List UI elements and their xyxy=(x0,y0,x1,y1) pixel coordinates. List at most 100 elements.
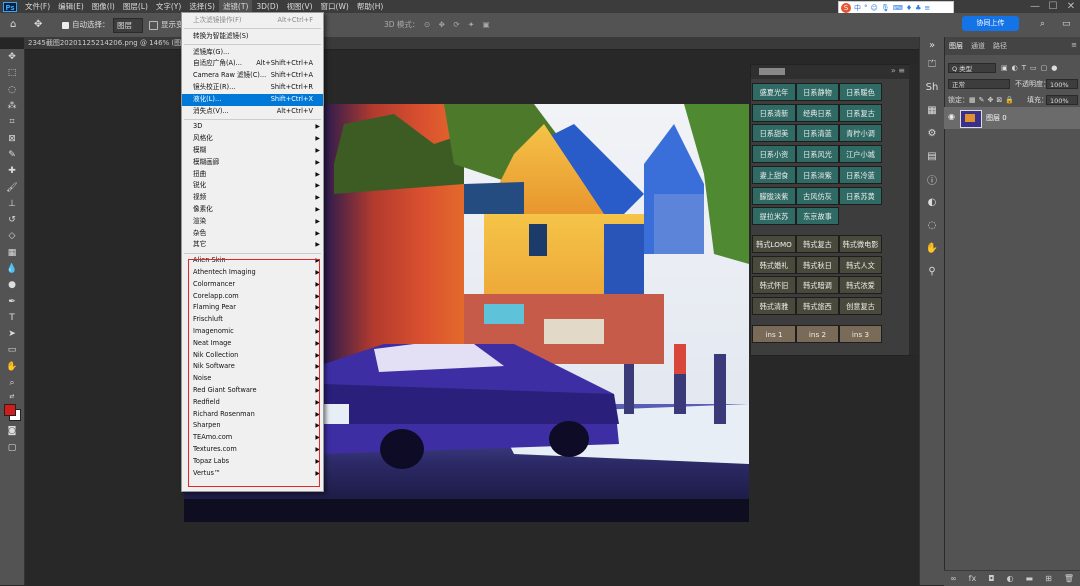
ime-keyboard-icon[interactable]: ⌨ xyxy=(893,4,903,12)
menu-item[interactable]: 帮助(H) xyxy=(353,0,388,13)
preset-button[interactable]: 韩式旅西 xyxy=(796,297,839,315)
color-swatches[interactable] xyxy=(0,401,24,423)
menu-item[interactable]: 编辑(E) xyxy=(54,0,88,13)
clone-stamp-icon[interactable]: ⊥ xyxy=(0,196,24,212)
quick-select-tool-icon[interactable]: ⁂ xyxy=(0,98,24,114)
preset-button[interactable]: 日系淡紫 xyxy=(796,165,839,184)
panel-scrollbar[interactable] xyxy=(909,64,918,354)
filter-menu-item[interactable]: 模糊画廊 ▶ xyxy=(182,157,323,169)
preset-button[interactable]: 韩式秋日 xyxy=(796,255,839,274)
brushes-icon[interactable]: ✋ xyxy=(920,237,944,260)
ime-voice-icon[interactable]: 🎙 xyxy=(881,4,890,12)
frame-tool-icon[interactable]: ⊠ xyxy=(0,130,24,146)
ime-tools-icon[interactable]: ♣ xyxy=(915,4,921,12)
preset-button[interactable]: 韩式微电影 xyxy=(839,234,882,253)
filter-menu-item[interactable]: 自适应广角(A)... Alt+Shift+Ctrl+A xyxy=(182,58,323,70)
ime-punct-icon[interactable]: ° xyxy=(864,4,868,12)
delete-layer-icon[interactable]: 🗑 xyxy=(1064,574,1074,583)
filter-menu-item[interactable]: 风格化 ▶ xyxy=(182,133,323,145)
menu-item[interactable]: 图层(L) xyxy=(119,0,152,13)
filter-menu-item[interactable]: 渲染 ▶ xyxy=(182,216,323,228)
rectangle-tool-icon[interactable]: ▭ xyxy=(0,342,24,358)
layer-comps-icon[interactable]: ▤ xyxy=(920,145,944,168)
auto-select-checkbox[interactable]: 自动选择： xyxy=(62,18,110,31)
preset-button[interactable]: 韩式婚礼 xyxy=(752,255,796,274)
filter-menu-item[interactable]: 镜头校正(R)... Shift+Ctrl+R xyxy=(182,82,323,94)
dodge-tool-icon[interactable]: ● xyxy=(0,277,24,293)
move-tool-icon[interactable]: ✥ xyxy=(34,18,42,31)
preset-button[interactable]: 日系复古 xyxy=(839,103,882,122)
preset-button[interactable]: 朦胧淡紫 xyxy=(752,186,796,205)
swap-colors-icon[interactable]: ⇄ xyxy=(0,391,24,401)
preset-button[interactable]: 韩式怀旧 xyxy=(752,276,796,295)
filter-menu-item[interactable]: 扭曲 ▶ xyxy=(182,169,323,181)
3d-mode-icons[interactable]: ⊙ ✥ ⟳ ✦ ▣ xyxy=(424,18,493,31)
brush-tool-icon[interactable]: 🖌 xyxy=(0,179,24,195)
preset-button[interactable]: 日系风光 xyxy=(796,145,839,164)
filter-menu-item[interactable]: 视频 ▶ xyxy=(182,192,323,204)
healing-brush-icon[interactable]: ✚ xyxy=(0,163,24,179)
preset-button[interactable]: 妻上甜食 xyxy=(752,165,796,184)
filter-menu-item[interactable]: 锐化 ▶ xyxy=(182,180,323,192)
filter-menu-item[interactable]: 液化(L)... Shift+Ctrl+X xyxy=(182,93,323,106)
auto-select-dropdown[interactable]: 图层 xyxy=(113,18,143,33)
home-icon[interactable]: ⌂ xyxy=(10,18,16,31)
preset-button[interactable]: 日系甜美 xyxy=(752,124,796,143)
grid-panel-icon[interactable]: ▦ xyxy=(920,99,944,122)
ime-emoji-icon[interactable]: ☺ xyxy=(871,4,878,12)
preset-panel-header[interactable]: » ≡ xyxy=(751,65,909,79)
screen-mode-icon[interactable]: ▢ xyxy=(0,440,24,456)
filter-menu-item[interactable]: 杂色 ▶ xyxy=(182,228,323,240)
menu-item[interactable]: 文件(F) xyxy=(21,0,54,13)
new-layer-icon[interactable]: ⊞ xyxy=(1045,574,1052,583)
preset-button[interactable]: 日系清蓝 xyxy=(796,124,839,143)
eyedropper-tool-icon[interactable]: ✎ xyxy=(0,147,24,163)
preset-button[interactable]: 日系苏黄 xyxy=(839,186,882,205)
tab-channels[interactable]: 通道 xyxy=(971,41,985,51)
filter-menu-item[interactable]: 模糊 ▶ xyxy=(182,145,323,157)
type-tool-icon[interactable]: T xyxy=(0,310,24,326)
history-brush-icon[interactable]: ↺ xyxy=(0,212,24,228)
preset-button[interactable]: 经典日系 xyxy=(796,103,839,122)
preset-button[interactable]: 日系暖色 xyxy=(839,83,882,101)
collapse-panels-icon[interactable]: » xyxy=(920,37,944,53)
show-transform-checkbox[interactable]: 显示变 xyxy=(149,18,184,31)
add-mask-icon[interactable]: ◘ xyxy=(988,574,994,583)
filter-menu-item[interactable]: 消失点(V)... Alt+Ctrl+V xyxy=(182,106,323,118)
marquee-tool-icon[interactable]: ⬚ xyxy=(0,65,24,81)
preset-button[interactable]: ins 1 xyxy=(752,324,796,343)
link-layers-icon[interactable]: ∞ xyxy=(950,574,957,583)
quick-mask-icon[interactable]: ◙ xyxy=(0,423,24,439)
kind-filter-dropdown[interactable]: Q 类型 xyxy=(948,63,996,73)
preset-button[interactable]: 青柠小调 xyxy=(839,124,882,143)
filter-icons[interactable]: ▣◐T▭▢● xyxy=(1001,61,1077,75)
foreground-color-swatch[interactable] xyxy=(4,404,16,417)
panel-menu-icon[interactable]: ≡ xyxy=(1071,41,1077,49)
preset-button[interactable]: 韩式浓爱 xyxy=(839,276,882,295)
minimize-button[interactable]: — xyxy=(1026,0,1044,13)
adjustment-layer-icon[interactable]: ◐ xyxy=(1007,574,1014,583)
preset-button[interactable]: 韩式清雅 xyxy=(752,297,796,315)
fx-icon[interactable]: fx xyxy=(969,574,977,583)
preset-button[interactable]: 韩式暗调 xyxy=(796,276,839,295)
search-icon[interactable]: ⌕ xyxy=(1040,18,1045,31)
lasso-tool-icon[interactable]: ◌ xyxy=(0,82,24,98)
preset-button[interactable]: 韩式人文 xyxy=(839,255,882,274)
path-select-icon[interactable]: ➤ xyxy=(0,326,24,342)
history-icon[interactable]: ⏍ xyxy=(920,53,944,76)
brush-settings-icon[interactable]: ⚙ xyxy=(920,122,944,145)
filter-menu-item[interactable]: 像素化 ▶ xyxy=(182,204,323,216)
opacity-field[interactable]: 100% xyxy=(1046,79,1078,89)
workspace-icon[interactable]: ▭ xyxy=(1062,18,1071,31)
preset-button[interactable]: 日系静物 xyxy=(796,83,839,101)
filter-menu-item[interactable]: 3D ▶ xyxy=(182,121,323,133)
preset-button[interactable]: 盛夏光年 xyxy=(752,83,796,101)
info-icon[interactable]: ⓘ xyxy=(920,168,944,191)
move-tool-icon[interactable]: ✥ xyxy=(0,49,24,65)
preset-button[interactable]: 江户小城 xyxy=(839,145,882,164)
preset-button[interactable]: ins 2 xyxy=(796,324,839,343)
zoom-tool-icon[interactable]: ⌕ xyxy=(0,375,24,391)
document-tab[interactable]: 2345截图20201125214206.png @ 146% (图层 0, R… xyxy=(24,37,919,50)
tab-paths[interactable]: 路径 xyxy=(993,41,1007,51)
close-button[interactable]: ✕ xyxy=(1062,0,1080,13)
